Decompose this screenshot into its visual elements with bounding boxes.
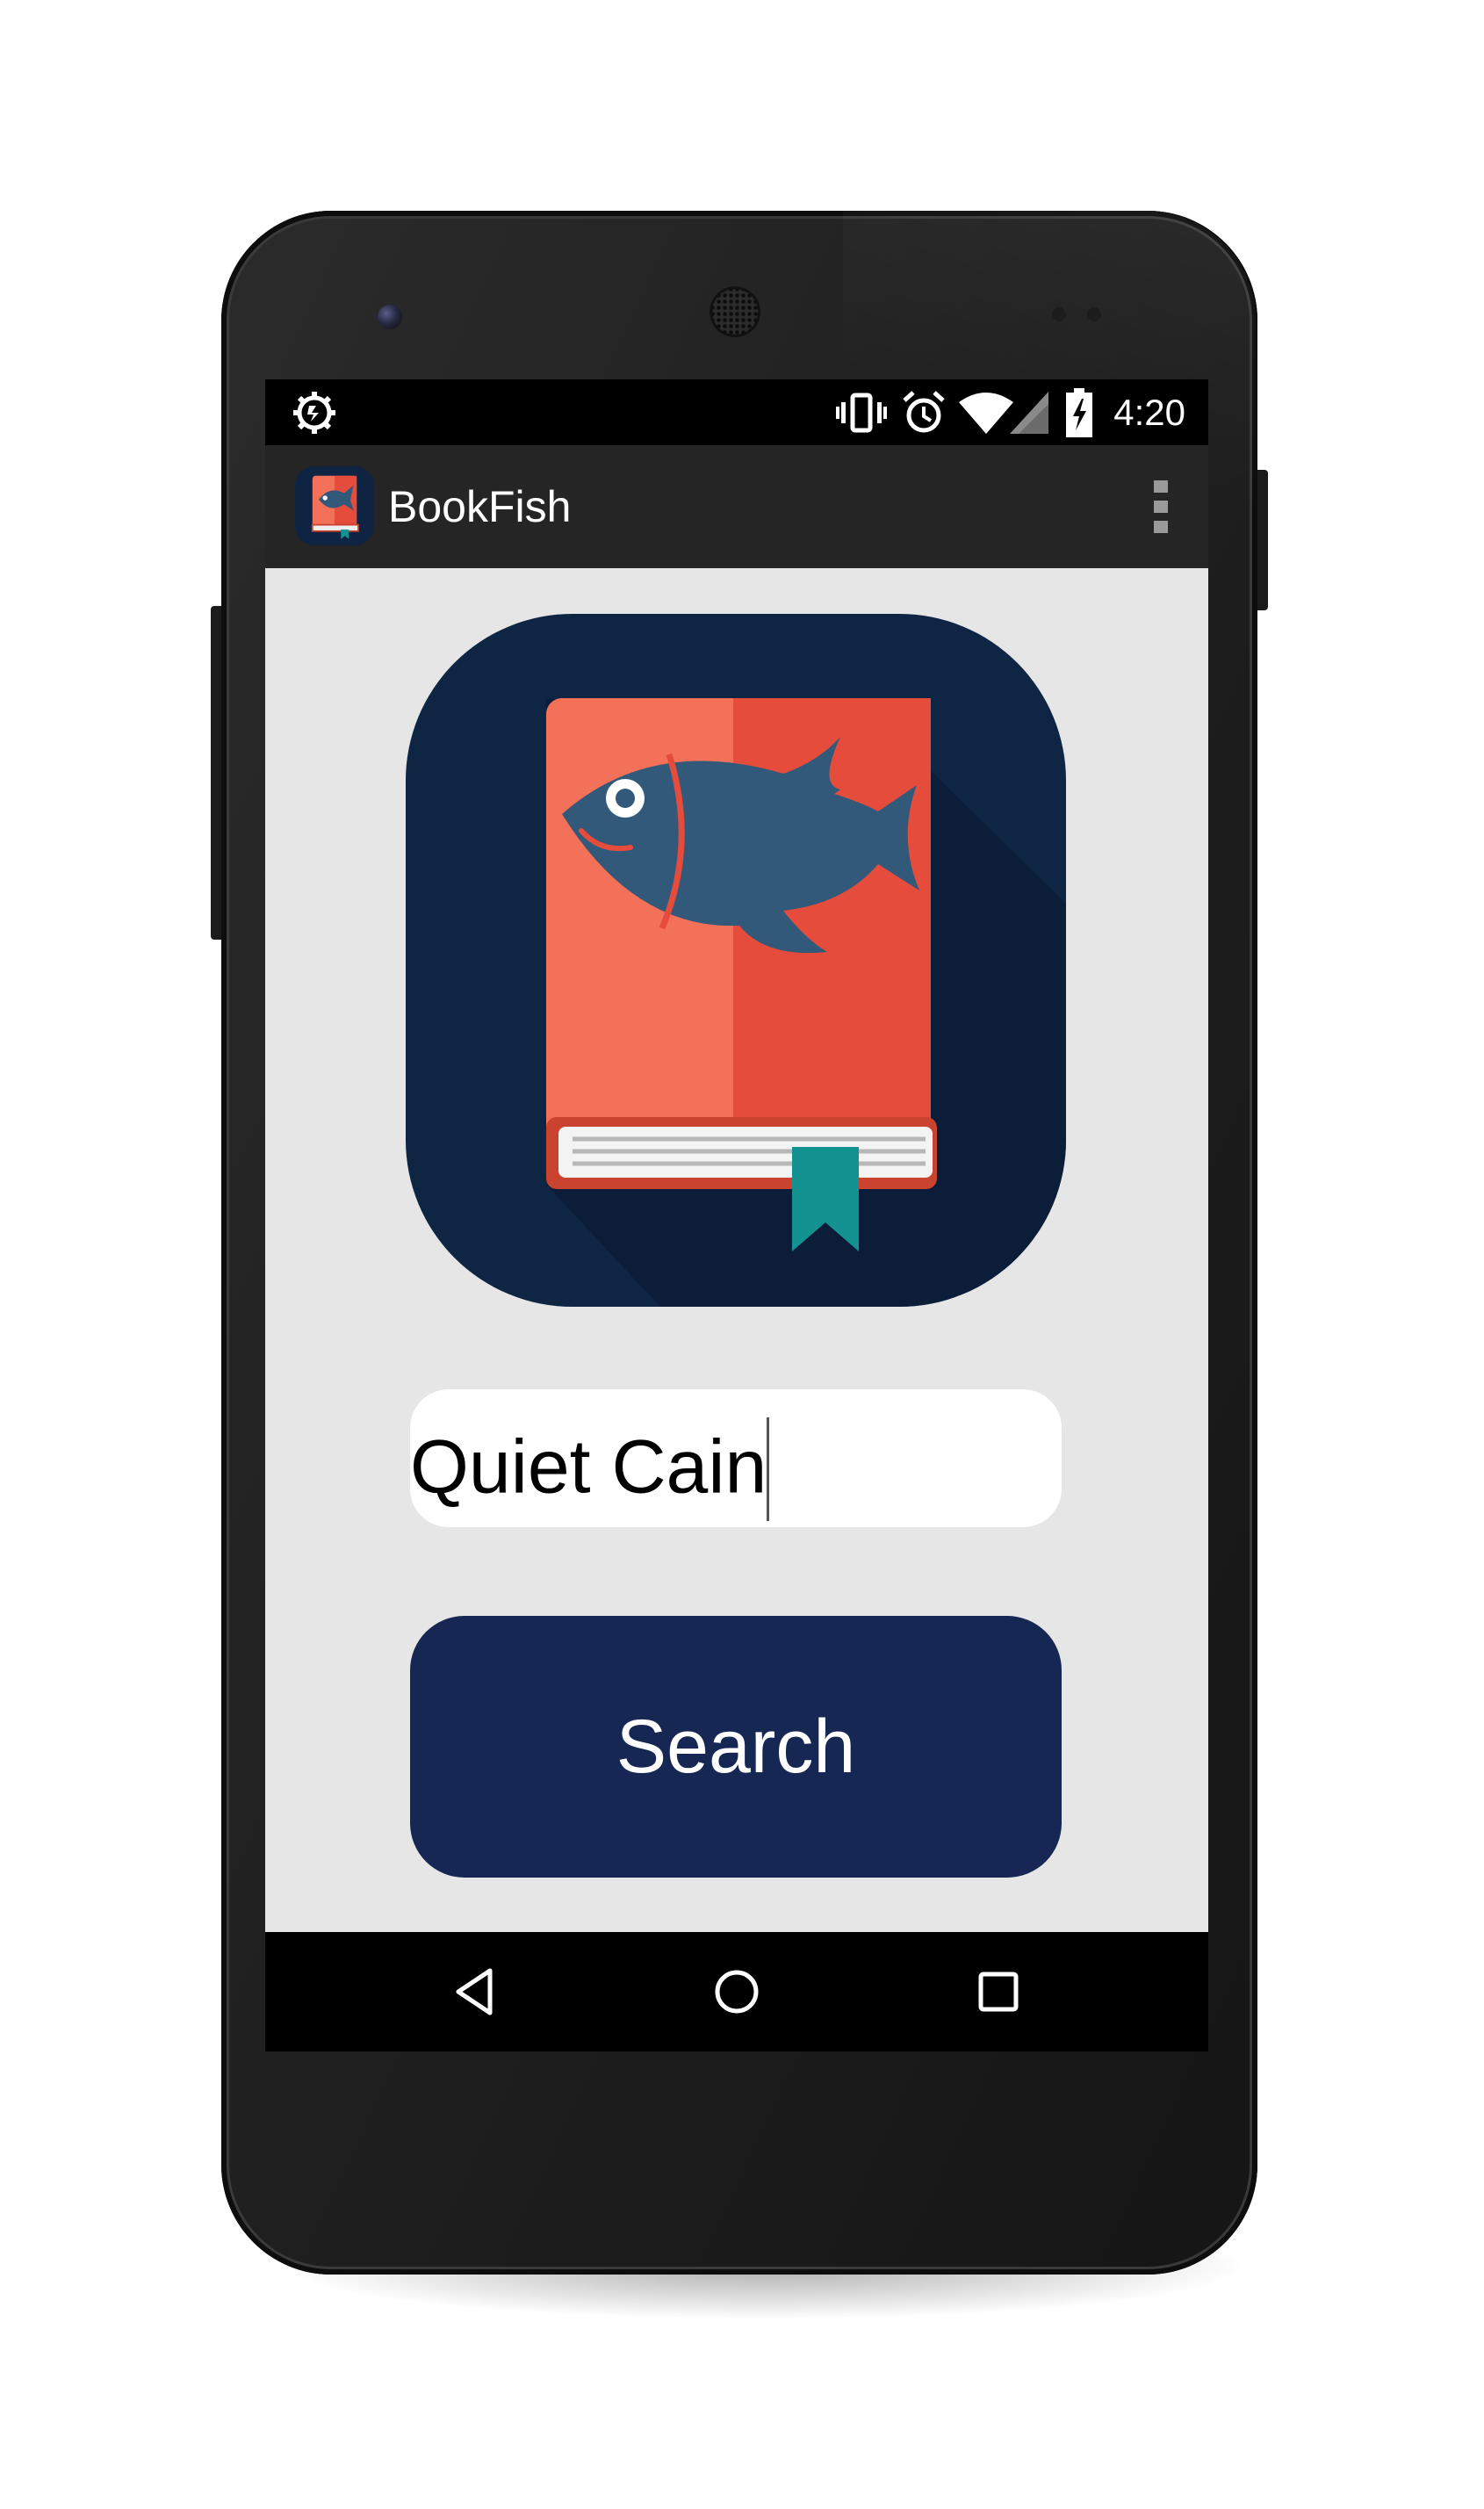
search-button-label: Search — [616, 1704, 856, 1789]
status-bar: 4:20 — [265, 379, 1208, 445]
light-sensor — [1087, 307, 1101, 321]
action-bar: BookFish — [265, 445, 1208, 568]
power-button — [1256, 470, 1268, 610]
app-title: BookFish — [388, 482, 572, 531]
proximity-sensor — [1052, 307, 1066, 321]
bookfish-logo — [406, 614, 1066, 1307]
signal-icon — [1010, 392, 1048, 434]
text-cursor — [767, 1417, 770, 1521]
search-input-text: Quiet Cain — [410, 1424, 767, 1510]
search-input[interactable]: Quiet Cain — [410, 1389, 1062, 1527]
phone-screen: 4:20 BookFish Quiet Cain Search — [265, 379, 1208, 2051]
recents-icon[interactable] — [937, 1932, 1060, 2051]
search-input-value[interactable]: Quiet Cain — [410, 1417, 770, 1521]
search-button[interactable]: Search — [410, 1616, 1062, 1878]
alarm-icon — [903, 391, 945, 433]
home-icon[interactable] — [675, 1932, 798, 2051]
main-content: Quiet Cain Search — [265, 568, 1208, 1932]
overflow-menu-icon[interactable] — [1117, 463, 1205, 551]
earpiece-speaker — [710, 286, 760, 337]
wifi-icon — [959, 393, 1013, 434]
vibrate-icon — [836, 393, 887, 433]
back-icon[interactable] — [414, 1932, 537, 2051]
bookfish-logo-icon[interactable] — [295, 466, 374, 545]
front-camera — [378, 305, 402, 329]
status-time: 4:20 — [1113, 392, 1185, 433]
battery-charging-icon — [1066, 388, 1092, 437]
sync-settings-icon — [293, 392, 335, 434]
navigation-bar — [265, 1932, 1208, 2051]
